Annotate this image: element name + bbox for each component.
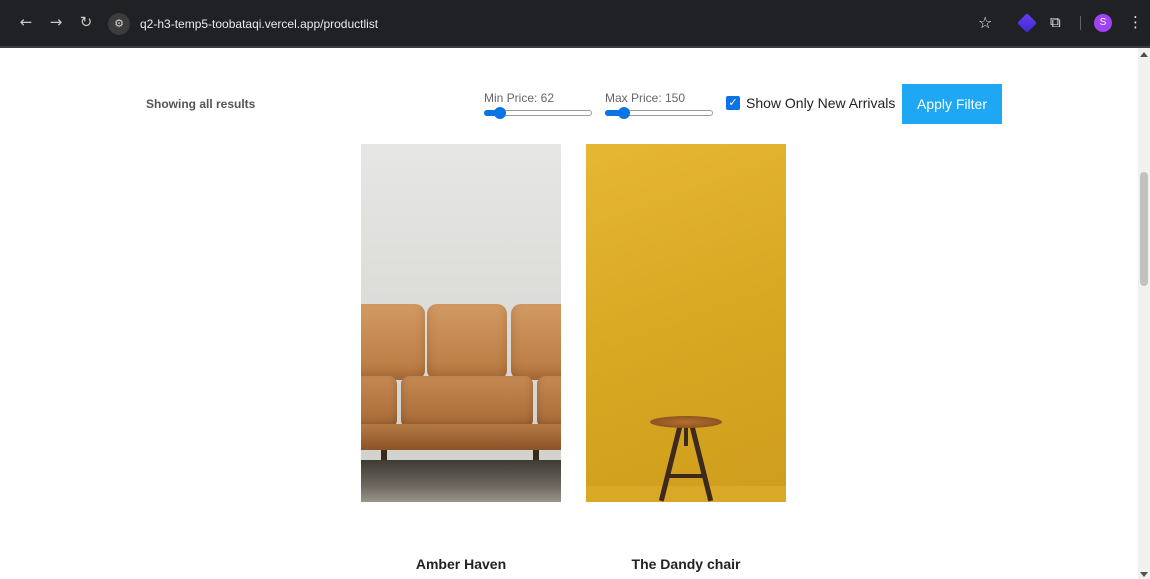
product-image-sofa[interactable] xyxy=(361,144,561,502)
new-arrivals-label[interactable]: Show Only New Arrivals xyxy=(746,95,895,111)
product-image-chair[interactable] xyxy=(586,144,786,502)
max-price-slider[interactable] xyxy=(605,107,713,119)
sofa-leg xyxy=(533,450,539,460)
new-arrivals-checkbox[interactable]: ✓ xyxy=(726,96,740,110)
results-count-label: Showing all results xyxy=(146,97,256,111)
sofa-base xyxy=(361,424,561,450)
product-name[interactable]: The Dandy chair xyxy=(586,556,786,572)
sofa-back-cushion xyxy=(427,304,507,380)
puzzle-icon[interactable]: ⧉ xyxy=(1050,12,1061,32)
sofa-arm xyxy=(361,376,397,428)
min-price-thumb[interactable] xyxy=(494,107,507,119)
product-name[interactable]: Amber Haven xyxy=(361,556,561,572)
scrollbar-thumb[interactable] xyxy=(1140,172,1148,286)
avatar[interactable]: S xyxy=(1094,14,1112,32)
address-url[interactable]: q2-h3-temp5-toobataqi.vercel.app/product… xyxy=(140,16,378,32)
page-scrollbar[interactable] xyxy=(1138,48,1150,579)
sofa-arm xyxy=(537,376,561,428)
sofa-rug xyxy=(361,460,561,502)
kebab-menu-icon[interactable]: ⋮ xyxy=(1128,12,1143,32)
chair-wall xyxy=(586,144,786,502)
chair-floor xyxy=(586,486,786,502)
stool-footrest xyxy=(668,474,704,478)
toolbar-divider xyxy=(0,46,1150,48)
forward-arrow-icon[interactable]: → xyxy=(46,12,66,32)
sofa-leg xyxy=(381,450,387,460)
max-price-thumb[interactable] xyxy=(618,107,631,119)
scroll-down-arrow-icon[interactable] xyxy=(1140,572,1148,577)
sofa-back-cushion xyxy=(361,304,425,380)
max-price-label: Max Price: 150 xyxy=(605,91,686,105)
sofa-seat-cushion xyxy=(401,376,533,428)
toolbar-separator xyxy=(1080,16,1081,30)
star-icon[interactable]: ☆ xyxy=(978,13,992,33)
apply-filter-button[interactable]: Apply Filter xyxy=(902,84,1002,124)
back-arrow-icon[interactable]: ← xyxy=(16,12,36,32)
scroll-up-arrow-icon[interactable] xyxy=(1140,52,1148,57)
min-price-label: Min Price: 62 xyxy=(484,91,555,105)
stool-post xyxy=(684,426,688,446)
stool-seat xyxy=(650,416,722,428)
site-settings-icon[interactable]: ⚙ xyxy=(108,13,130,35)
reload-icon[interactable]: ↻ xyxy=(76,12,96,32)
min-price-slider[interactable] xyxy=(484,107,592,119)
sofa-back-cushion xyxy=(511,304,561,380)
